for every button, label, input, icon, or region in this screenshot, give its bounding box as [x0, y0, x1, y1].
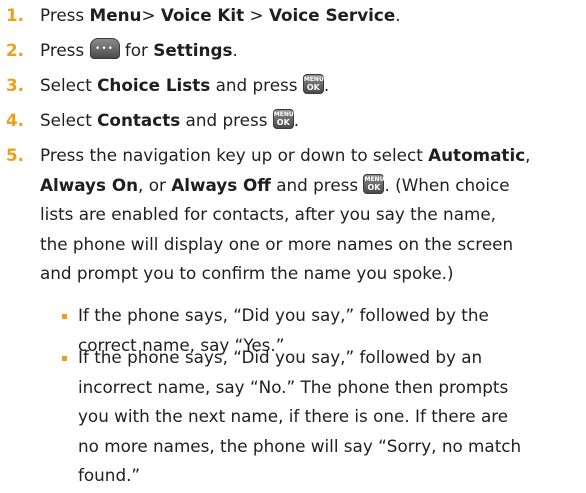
instruction-document: 1. Press Menu> Voice Kit > Voice Service… [0, 0, 586, 490]
step-number: 4. [6, 110, 25, 130]
key-caption: OK [306, 83, 320, 92]
step-number: 2. [6, 40, 25, 60]
step-text: Select Contacts and press MENU OK. [40, 106, 299, 136]
step-text-line: and prompt you to confirm the name you s… [40, 263, 454, 283]
text: > [141, 5, 161, 25]
bullet-item: If the phone says, “Did you say,” follow… [0, 343, 586, 493]
bullet-text-line: found.” [78, 465, 141, 485]
text: > [244, 5, 269, 25]
step-number: 1. [6, 5, 25, 25]
settings-term: Settings [153, 40, 233, 60]
text: , [525, 145, 531, 165]
step-text-line: the phone will display one or more names… [40, 233, 514, 254]
menu-ok-key-icon: MENU OK [363, 173, 385, 194]
bullet-square-icon [62, 356, 67, 361]
text: . (When choice [384, 174, 510, 195]
automatic-term: Automatic [428, 145, 526, 165]
more-softkey-icon: ••• [89, 38, 120, 59]
step-text-line: Always On, or Always Off and press MENU O… [40, 171, 510, 201]
key-caption: OK [276, 118, 290, 127]
voice-service-term: Voice Service [268, 5, 396, 25]
key-caption: OK [367, 182, 381, 192]
step-5: 5. Press the navigation key up or down t… [0, 141, 586, 291]
text: . [232, 40, 238, 60]
bullet-text-line: you with the next name, if there is one.… [78, 406, 509, 426]
menu-ok-key-icon: MENU OK [272, 109, 294, 129]
step-text: Press Menu> Voice Kit > Voice Service. [40, 1, 401, 31]
text: , or [138, 174, 172, 195]
choice-lists-term: Choice Lists [97, 75, 211, 95]
bullet-square-icon [62, 314, 67, 319]
text: Select [40, 75, 98, 95]
menu-ok-key-icon: MENU OK [302, 74, 324, 94]
bullet-text-line: no more names, the phone will say “Sorry… [78, 435, 522, 456]
text: Select [40, 110, 98, 130]
text: Press the navigation key up or down to s… [40, 145, 429, 165]
step-text: Press ••• for Settings. [40, 36, 238, 66]
text: Press [40, 5, 90, 25]
always-off-term: Always Off [171, 174, 271, 195]
step-number: 3. [6, 75, 25, 95]
step-text-line: Press the navigation key up or down to s… [40, 141, 531, 171]
bullet-text-line: If the phone says, “Did you say,” follow… [78, 305, 489, 325]
text: . [323, 75, 330, 95]
text: and press [270, 174, 364, 195]
bullet-text-line: If the phone says, “Did you say,” follow… [78, 347, 483, 367]
text: and press [180, 110, 273, 130]
always-on-term: Always On [40, 174, 139, 195]
text: and press [210, 75, 303, 95]
step-number: 5. [6, 145, 25, 165]
key-caption: MENU [364, 175, 385, 183]
step-text: Select Choice Lists and press MENU OK. [40, 71, 329, 101]
voice-kit-term: Voice Kit [160, 5, 245, 25]
text: . [293, 110, 300, 130]
menu-term: Menu [89, 5, 142, 25]
contacts-term: Contacts [97, 110, 181, 130]
text: Press [40, 40, 90, 60]
step-text-line: lists are enabled for contacts, after yo… [40, 204, 496, 224]
bullet-text-line: incorrect name, say “No.” The phone then… [78, 376, 509, 397]
text: for [119, 40, 154, 60]
text: . [395, 5, 401, 25]
